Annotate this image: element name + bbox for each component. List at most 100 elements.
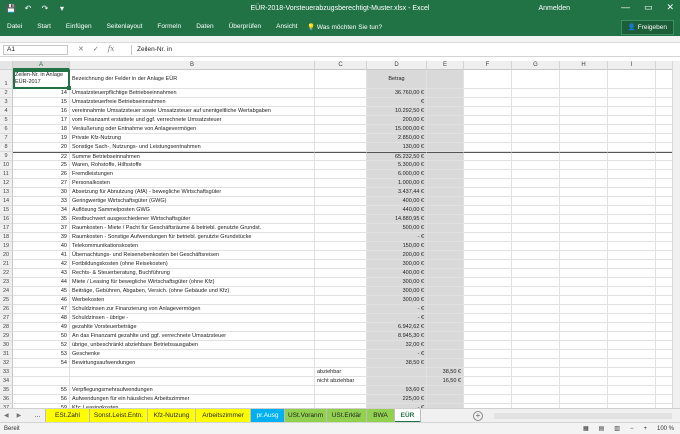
sheet-tab[interactable]: USt.Erklär: [327, 409, 367, 423]
cell[interactable]: [427, 242, 464, 251]
cell[interactable]: [560, 134, 608, 143]
cell[interactable]: [315, 70, 367, 89]
column-header[interactable]: H: [560, 61, 608, 70]
cell[interactable]: [512, 251, 560, 260]
row-header[interactable]: 36: [0, 395, 13, 404]
cell[interactable]: [560, 287, 608, 296]
row-header[interactable]: 5: [0, 116, 13, 125]
cell[interactable]: Verpflegungsmehraufwendungen: [70, 386, 315, 395]
cell[interactable]: [464, 323, 512, 332]
tell-me-box[interactable]: 💡 Was möchten Sie tun?: [307, 23, 382, 31]
prev-sheet-icon[interactable]: ◀: [4, 412, 9, 419]
cell[interactable]: [608, 152, 656, 161]
cell[interactable]: [512, 323, 560, 332]
cell[interactable]: [464, 170, 512, 179]
cell[interactable]: Bezeichnung der Felder in der Anlage EÜR: [70, 70, 315, 89]
horizontal-scrollbar[interactable]: [494, 413, 672, 419]
zoom-out-button[interactable]: −: [630, 423, 634, 434]
cell[interactable]: [427, 359, 464, 368]
cell[interactable]: [560, 323, 608, 332]
row-header[interactable]: 26: [0, 305, 13, 314]
cell[interactable]: [512, 341, 560, 350]
cell[interactable]: [608, 323, 656, 332]
row-header[interactable]: 13: [0, 188, 13, 197]
cell[interactable]: [608, 269, 656, 278]
cell[interactable]: Umsatzsteuerfreie Betriebseinnahmen: [70, 98, 315, 107]
cell[interactable]: übrige, unbeschränkt abziehbare Betriebs…: [70, 341, 315, 350]
restore-button[interactable]: ▭: [644, 2, 653, 13]
cell[interactable]: [464, 89, 512, 98]
cell[interactable]: 16,50 €: [427, 377, 464, 386]
cell[interactable]: [464, 296, 512, 305]
cell[interactable]: Miete / Leasing für bewegliche Wirtschaf…: [70, 278, 315, 287]
insert-function-icon[interactable]: fx: [108, 45, 115, 53]
cell[interactable]: [512, 98, 560, 107]
cell[interactable]: 40: [13, 242, 70, 251]
cell[interactable]: [427, 206, 464, 215]
row-header[interactable]: 6: [0, 125, 13, 134]
cell[interactable]: [315, 98, 367, 107]
cell[interactable]: An das Finanzamt gezahlte und ggf. verre…: [70, 332, 315, 341]
cell[interactable]: [560, 161, 608, 170]
cell[interactable]: [560, 107, 608, 116]
cell[interactable]: Raumkosten - Miete / Pacht für Geschäfts…: [70, 224, 315, 233]
cell[interactable]: [512, 107, 560, 116]
cell[interactable]: [512, 314, 560, 323]
cell[interactable]: [608, 242, 656, 251]
cell[interactable]: [560, 206, 608, 215]
cell[interactable]: [608, 179, 656, 188]
cell[interactable]: [315, 287, 367, 296]
cell[interactable]: [367, 368, 427, 377]
cell[interactable]: [464, 161, 512, 170]
cell[interactable]: [560, 359, 608, 368]
cell[interactable]: 49: [13, 323, 70, 332]
cell[interactable]: Werbekosten: [70, 296, 315, 305]
cell[interactable]: [315, 305, 367, 314]
cell[interactable]: - €: [367, 233, 427, 242]
page-layout-view-icon[interactable]: ▤: [599, 423, 605, 434]
row-header[interactable]: 3: [0, 98, 13, 107]
cell[interactable]: vereinnahmte Umsatzsteuer sowie Umsatzst…: [70, 107, 315, 116]
cell[interactable]: [464, 125, 512, 134]
ribbon-tab[interactable]: Formeln: [157, 23, 181, 30]
cell[interactable]: [560, 368, 608, 377]
cell[interactable]: [315, 332, 367, 341]
row-header[interactable]: 19: [0, 242, 13, 251]
cell[interactable]: [512, 70, 560, 89]
cell[interactable]: [427, 161, 464, 170]
cell[interactable]: 42: [13, 260, 70, 269]
cell[interactable]: 34: [13, 206, 70, 215]
ribbon-tab[interactable]: Daten: [196, 23, 213, 30]
cell[interactable]: [427, 269, 464, 278]
cell[interactable]: [512, 89, 560, 98]
cell[interactable]: Beiträge, Gebühren, Abgaben, Versich. (o…: [70, 287, 315, 296]
cell[interactable]: [560, 350, 608, 359]
cell[interactable]: 52: [13, 341, 70, 350]
cell[interactable]: [315, 296, 367, 305]
sheet-tab[interactable]: BWA: [367, 409, 395, 423]
ribbon-tab[interactable]: Seitenlayout: [107, 23, 143, 30]
cell[interactable]: 6.000,00 €: [367, 170, 427, 179]
cell[interactable]: Geringwertige Wirtschaftsgüter (GWG): [70, 197, 315, 206]
cell[interactable]: [427, 332, 464, 341]
next-sheet-icon[interactable]: ▶: [17, 412, 22, 419]
cell[interactable]: Umsatzsteuerpflichtige Betriebseinnahmen: [70, 89, 315, 98]
cell[interactable]: [560, 125, 608, 134]
cell[interactable]: [560, 89, 608, 98]
column-header[interactable]: F: [464, 61, 512, 70]
column-header[interactable]: C: [315, 61, 367, 70]
cell[interactable]: 65.232,50 €: [367, 152, 427, 161]
cell[interactable]: [464, 143, 512, 152]
cell[interactable]: Waren, Rohstoffe, Hilfsstoffe: [70, 161, 315, 170]
ribbon-tab[interactable]: Start: [37, 23, 51, 30]
cell[interactable]: [315, 251, 367, 260]
cell[interactable]: [427, 278, 464, 287]
share-button[interactable]: 👤 Freigeben: [620, 20, 674, 35]
cell[interactable]: [608, 188, 656, 197]
cell[interactable]: 19: [13, 134, 70, 143]
sheet-tab[interactable]: Arbeitszimmer: [196, 409, 251, 423]
cell[interactable]: [608, 206, 656, 215]
cell[interactable]: [427, 70, 464, 89]
row-header[interactable]: 16: [0, 215, 13, 224]
cell[interactable]: 300,00 €: [367, 296, 427, 305]
